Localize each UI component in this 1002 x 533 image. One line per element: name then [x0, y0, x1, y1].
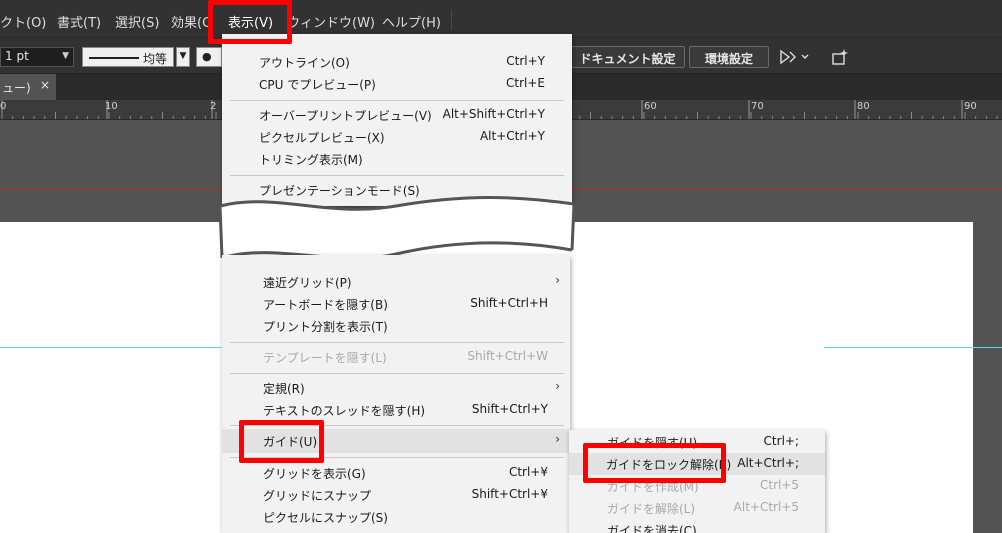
chevron-right-icon: ›: [555, 273, 560, 287]
menu-item-shortcut: Ctrl+¥: [508, 465, 548, 479]
ruler-number: 80: [857, 101, 870, 112]
ruler-number: 60: [644, 101, 657, 112]
view-menu-top: アウトライン(O) Ctrl+Y CPU でプレビュー(P) Ctrl+E オー…: [222, 34, 572, 206]
menu-item-shortcut: Ctrl+;: [763, 434, 799, 448]
view-menu-bottom: 遠近グリッド(P) › アートボードを隠す(B) Shift+Ctrl+H プリ…: [222, 255, 570, 533]
highlight-guides-item: [239, 420, 324, 463]
guide-line[interactable]: [824, 347, 1002, 348]
menu-effect[interactable]: 効果(C: [171, 12, 211, 31]
menu-item-cpu-preview[interactable]: CPU でプレビュー(P) Ctrl+E: [222, 73, 572, 95]
menu-item-label: オーバープリントプレビュー(V): [259, 109, 432, 123]
chevron-right-icon: ›: [555, 379, 560, 393]
guide-line[interactable]: [0, 347, 222, 348]
menu-item-label: ガイドを消去(C): [607, 524, 697, 533]
highlight-unlock-guides: [583, 443, 726, 483]
ruler-number: 90: [964, 101, 977, 112]
menu-item-show-grid[interactable]: グリッドを表示(G) Ctrl+¥: [222, 462, 570, 484]
menu-item-perspective-grid[interactable]: 遠近グリッド(P) ›: [222, 271, 570, 293]
menu-bar: クト(O) 書式(T) 選択(S) 効果(C 表示(V) ウィンドウ(W) ヘル…: [0, 0, 1002, 38]
menu-item-shortcut: Alt+Ctrl+Y: [479, 129, 545, 143]
menu-separator: [230, 373, 564, 374]
brush-dot-icon: ●: [202, 50, 212, 63]
select-similar-icon[interactable]: [778, 48, 812, 66]
menu-type[interactable]: 書式(T): [57, 12, 101, 31]
menu-item-label: グリッドにスナップ: [263, 489, 372, 503]
menu-item-label: プリント分割を表示(T): [263, 320, 388, 334]
close-icon[interactable]: ×: [40, 78, 50, 92]
preferences-button[interactable]: 環境設定: [689, 46, 769, 68]
menu-item-shortcut: Shift+Ctrl+W: [467, 349, 548, 363]
stroke-weight-value: 1 pt: [5, 49, 29, 63]
menu-item-outline[interactable]: アウトライン(O) Ctrl+Y: [222, 51, 572, 73]
menu-item-clear-guides[interactable]: ガイドを消去(C): [569, 519, 825, 533]
menu-item-pixel-preview[interactable]: ピクセルプレビュー(X) Alt+Ctrl+Y: [222, 126, 572, 148]
menu-item-label: ガイドを解除(L): [607, 502, 696, 516]
menu-item-label: 定規(R): [263, 382, 305, 396]
menu-item-label: テンプレートを隠す(L): [263, 351, 387, 365]
chevron-down-icon[interactable]: ▼: [62, 51, 69, 61]
menu-item-label: アートボードを隠す(B): [263, 298, 388, 312]
menu-item-shortcut: Shift+Ctrl+H: [470, 296, 548, 310]
stroke-profile-label: 均等: [143, 52, 168, 66]
menu-item-label: トリミング表示(M): [259, 153, 363, 167]
menu-item-shortcut: Ctrl+Y: [506, 54, 545, 68]
ruler-number: 10: [105, 101, 118, 112]
menu-separator: [230, 342, 564, 343]
menu-item-shortcut: Ctrl+E: [506, 76, 545, 90]
menu-item-trim-view[interactable]: トリミング表示(M): [222, 148, 572, 170]
menu-separator: [230, 100, 564, 101]
chevron-down-icon[interactable]: ▼: [176, 47, 190, 67]
chevron-right-icon: ›: [555, 432, 560, 446]
menu-item-label: アウトライン(O): [259, 56, 350, 70]
menu-item-shortcut: Alt+Shift+Ctrl+Y: [442, 107, 545, 121]
document-tab[interactable]: ュー) ×: [0, 74, 56, 100]
menu-item-snap-to-pixel[interactable]: ピクセルにスナップ(S): [222, 506, 570, 528]
menu-item-label: CPU でプレビュー(P): [259, 78, 376, 92]
ruler-number: 70: [751, 101, 764, 112]
menu-select[interactable]: 選択(S): [115, 12, 159, 31]
menu-item-hide-text-threads[interactable]: テキストのスレッドを隠す(H) Shift+Ctrl+Y: [222, 399, 570, 421]
ruler-number: 0: [0, 101, 7, 112]
menu-item-show-print-tiling[interactable]: プリント分割を表示(T): [222, 315, 570, 337]
menu-object[interactable]: クト(O): [0, 12, 46, 31]
stroke-weight-field[interactable]: 1 pt ▼: [0, 47, 74, 67]
menu-item-shortcut: Alt+Ctrl+5: [733, 500, 799, 514]
menu-item-label: ピクセルプレビュー(X): [259, 131, 385, 145]
brush-select[interactable]: ●: [196, 47, 222, 67]
menu-item-hide-template: テンプレートを隠す(L) Shift+Ctrl+W: [222, 346, 570, 368]
menu-item-hide-artboards[interactable]: アートボードを隠す(B) Shift+Ctrl+H: [222, 293, 570, 315]
menu-item-label: グリッドを表示(G): [263, 467, 366, 481]
menu-window[interactable]: ウィンドウ(W): [287, 12, 375, 31]
menu-item-overprint-preview[interactable]: オーバープリントプレビュー(V) Alt+Shift+Ctrl+Y: [222, 104, 572, 126]
menu-item-label: 遠近グリッド(P): [263, 276, 352, 290]
recolor-icon[interactable]: [830, 47, 850, 67]
highlight-view-menu: [208, 0, 292, 44]
menu-item-snap-to-grid[interactable]: グリッドにスナップ Shift+Ctrl+¥: [222, 484, 570, 506]
menu-item-shortcut: Shift+Ctrl+Y: [471, 402, 548, 416]
menu-item-rulers[interactable]: 定規(R) ›: [222, 377, 570, 399]
menu-separator: [230, 175, 564, 176]
stroke-line-preview: [89, 57, 139, 59]
stroke-profile-select[interactable]: 均等: [82, 47, 174, 67]
document-tab-label: ュー): [2, 81, 31, 95]
menu-help[interactable]: ヘルプ(H): [382, 12, 441, 31]
menu-item-shortcut: Alt+Ctrl+;: [737, 456, 799, 470]
menu-item-release-guides: ガイドを解除(L) Alt+Ctrl+5: [569, 497, 825, 519]
ruler-number: 2: [210, 101, 217, 112]
menu-item-shortcut: Shift+Ctrl+¥: [471, 487, 548, 501]
menu-item-label: テキストのスレッドを隠す(H): [263, 404, 426, 418]
menu-item-label: ピクセルにスナップ(S): [263, 511, 388, 525]
menu-item-shortcut: Ctrl+5: [759, 478, 799, 492]
menubar-divider: [451, 10, 452, 30]
document-setup-button[interactable]: ドキュメント設定: [570, 46, 685, 68]
